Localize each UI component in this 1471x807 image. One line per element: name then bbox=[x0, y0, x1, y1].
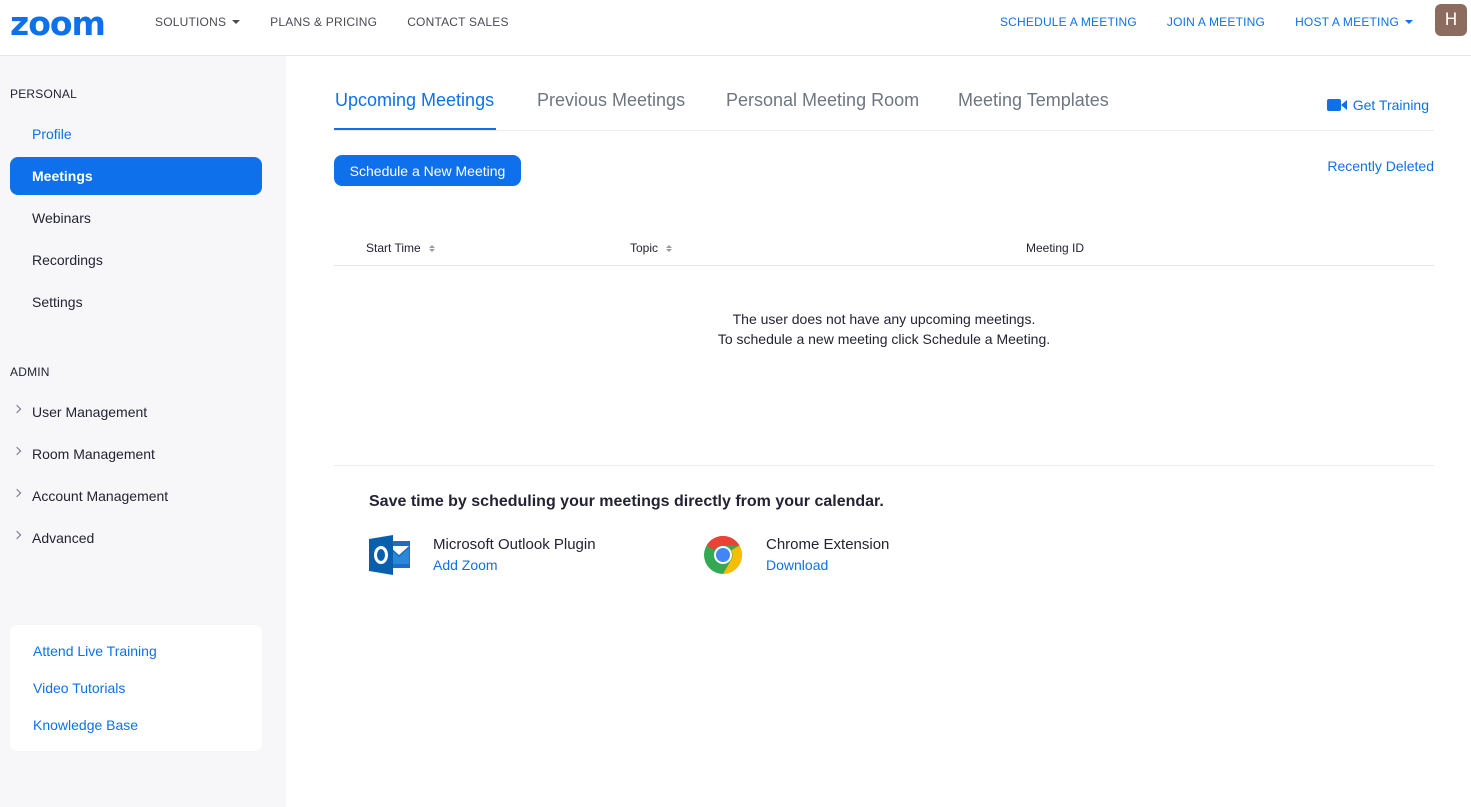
sidebar-item-user-management[interactable]: User Management bbox=[10, 393, 262, 431]
svg-text:zoom: zoom bbox=[10, 8, 105, 38]
nav-plans-pricing[interactable]: PLANS & PRICING bbox=[270, 15, 377, 29]
sidebar-item-label: Advanced bbox=[32, 530, 95, 546]
sidebar-item-label: Recordings bbox=[32, 252, 103, 268]
sort-icon bbox=[666, 244, 673, 252]
get-training-link[interactable]: Get Training bbox=[1326, 97, 1429, 113]
column-header-label: Meeting ID bbox=[1026, 241, 1085, 255]
top-navigation: zoom SOLUTIONS PLANS & PRICING CONTACT S… bbox=[0, 0, 1471, 56]
section-title-admin: ADMIN bbox=[10, 365, 50, 379]
sidebar-item-settings[interactable]: Settings bbox=[10, 283, 262, 321]
nav-join-meeting[interactable]: JOIN A MEETING bbox=[1167, 15, 1265, 29]
sidebar-item-meetings[interactable]: Meetings bbox=[10, 157, 262, 195]
knowledge-base-link[interactable]: Knowledge Base bbox=[33, 717, 138, 733]
chevron-down-icon bbox=[1405, 20, 1413, 24]
chevron-right-icon bbox=[12, 530, 22, 540]
sidebar-item-label: Profile bbox=[32, 126, 72, 142]
nav-contact-label: CONTACT SALES bbox=[407, 15, 509, 29]
recently-deleted-link[interactable]: Recently Deleted bbox=[1327, 158, 1434, 174]
video-camera-icon bbox=[1326, 99, 1347, 111]
sidebar-item-webinars[interactable]: Webinars bbox=[10, 199, 262, 237]
chevron-right-icon bbox=[12, 488, 22, 498]
attend-live-training-link[interactable]: Attend Live Training bbox=[33, 643, 157, 659]
sidebar-item-label: Account Management bbox=[32, 488, 169, 504]
nav-solutions-label: SOLUTIONS bbox=[155, 15, 227, 29]
sidebar-item-recordings[interactable]: Recordings bbox=[10, 241, 262, 279]
section-divider bbox=[334, 465, 1434, 466]
empty-state-line-1: The user does not have any upcoming meet… bbox=[732, 311, 1036, 327]
column-header-topic[interactable]: Topic bbox=[630, 241, 673, 255]
chevron-right-icon bbox=[12, 446, 22, 456]
nav-schedule-label: SCHEDULE A MEETING bbox=[999, 15, 1137, 29]
main-content: Upcoming Meetings Previous Meetings Pers… bbox=[286, 56, 1471, 807]
sidebar-item-profile[interactable]: Profile bbox=[10, 115, 262, 153]
sidebar: PERSONAL Profile Meetings Webinars Recor… bbox=[0, 56, 286, 807]
column-header-label: Start Time bbox=[366, 241, 421, 255]
section-title-personal: PERSONAL bbox=[10, 87, 77, 101]
nav-solutions[interactable]: SOLUTIONS bbox=[155, 15, 241, 29]
tab-meeting-templates[interactable]: Meeting Templates bbox=[958, 90, 1109, 111]
tab-previous-meetings[interactable]: Previous Meetings bbox=[537, 90, 685, 111]
nav-contact-sales[interactable]: CONTACT SALES bbox=[407, 15, 509, 29]
schedule-new-meeting-button[interactable]: Schedule a New Meeting bbox=[334, 155, 521, 186]
nav-host-meeting[interactable]: HOST A MEETING bbox=[1295, 15, 1413, 29]
sidebar-item-label: Webinars bbox=[32, 210, 91, 226]
outlook-plugin-name: Microsoft Outlook Plugin bbox=[433, 536, 596, 553]
sidebar-item-label: Meetings bbox=[32, 168, 93, 184]
meeting-tabs: Upcoming Meetings Previous Meetings Pers… bbox=[334, 56, 1434, 131]
sort-icon bbox=[428, 244, 435, 252]
avatar[interactable]: H bbox=[1435, 4, 1467, 36]
zoom-logo[interactable]: zoom bbox=[10, 8, 122, 38]
video-tutorials-link[interactable]: Video Tutorials bbox=[33, 680, 125, 696]
help-links-panel: Attend Live Training Video Tutorials Kno… bbox=[10, 625, 262, 751]
chevron-right-icon bbox=[12, 404, 22, 414]
chevron-down-icon bbox=[232, 20, 241, 24]
column-header-start-time[interactable]: Start Time bbox=[366, 241, 435, 255]
chrome-extension-name: Chrome Extension bbox=[766, 536, 890, 553]
sidebar-item-label: Settings bbox=[32, 294, 83, 310]
sidebar-item-room-management[interactable]: Room Management bbox=[10, 435, 262, 473]
nav-plans-label: PLANS & PRICING bbox=[270, 15, 378, 29]
outlook-icon bbox=[369, 535, 410, 575]
tab-upcoming-meetings[interactable]: Upcoming Meetings bbox=[335, 90, 494, 111]
add-zoom-link[interactable]: Add Zoom bbox=[433, 557, 498, 573]
outlook-plugin: Microsoft Outlook Plugin Add Zoom bbox=[369, 533, 649, 577]
sidebar-item-label: User Management bbox=[32, 404, 148, 420]
meetings-table-header: Start Time Topic Meeting ID bbox=[334, 231, 1434, 266]
nav-host-label: HOST A MEETING bbox=[1295, 15, 1399, 29]
empty-state-line-2: To schedule a new meeting click Schedule… bbox=[717, 331, 1051, 347]
nav-schedule-meeting[interactable]: SCHEDULE A MEETING bbox=[1000, 15, 1137, 29]
chrome-icon bbox=[704, 536, 742, 574]
column-header-meeting-id: Meeting ID bbox=[1026, 241, 1084, 255]
calendar-plugins-title: Save time by scheduling your meetings di… bbox=[369, 493, 884, 510]
empty-state-message: The user does not have any upcoming meet… bbox=[334, 309, 1434, 349]
get-training-label: Get Training bbox=[1352, 97, 1429, 113]
download-link[interactable]: Download bbox=[766, 557, 828, 573]
column-header-label: Topic bbox=[630, 241, 659, 255]
nav-join-label: JOIN A MEETING bbox=[1166, 15, 1266, 29]
sidebar-item-account-management[interactable]: Account Management bbox=[10, 477, 262, 515]
chrome-extension: Chrome Extension Download bbox=[702, 533, 942, 577]
sidebar-item-label: Room Management bbox=[32, 446, 155, 462]
active-tab-indicator bbox=[334, 128, 496, 130]
sidebar-item-advanced[interactable]: Advanced bbox=[10, 519, 262, 557]
tab-personal-meeting-room[interactable]: Personal Meeting Room bbox=[726, 90, 919, 111]
